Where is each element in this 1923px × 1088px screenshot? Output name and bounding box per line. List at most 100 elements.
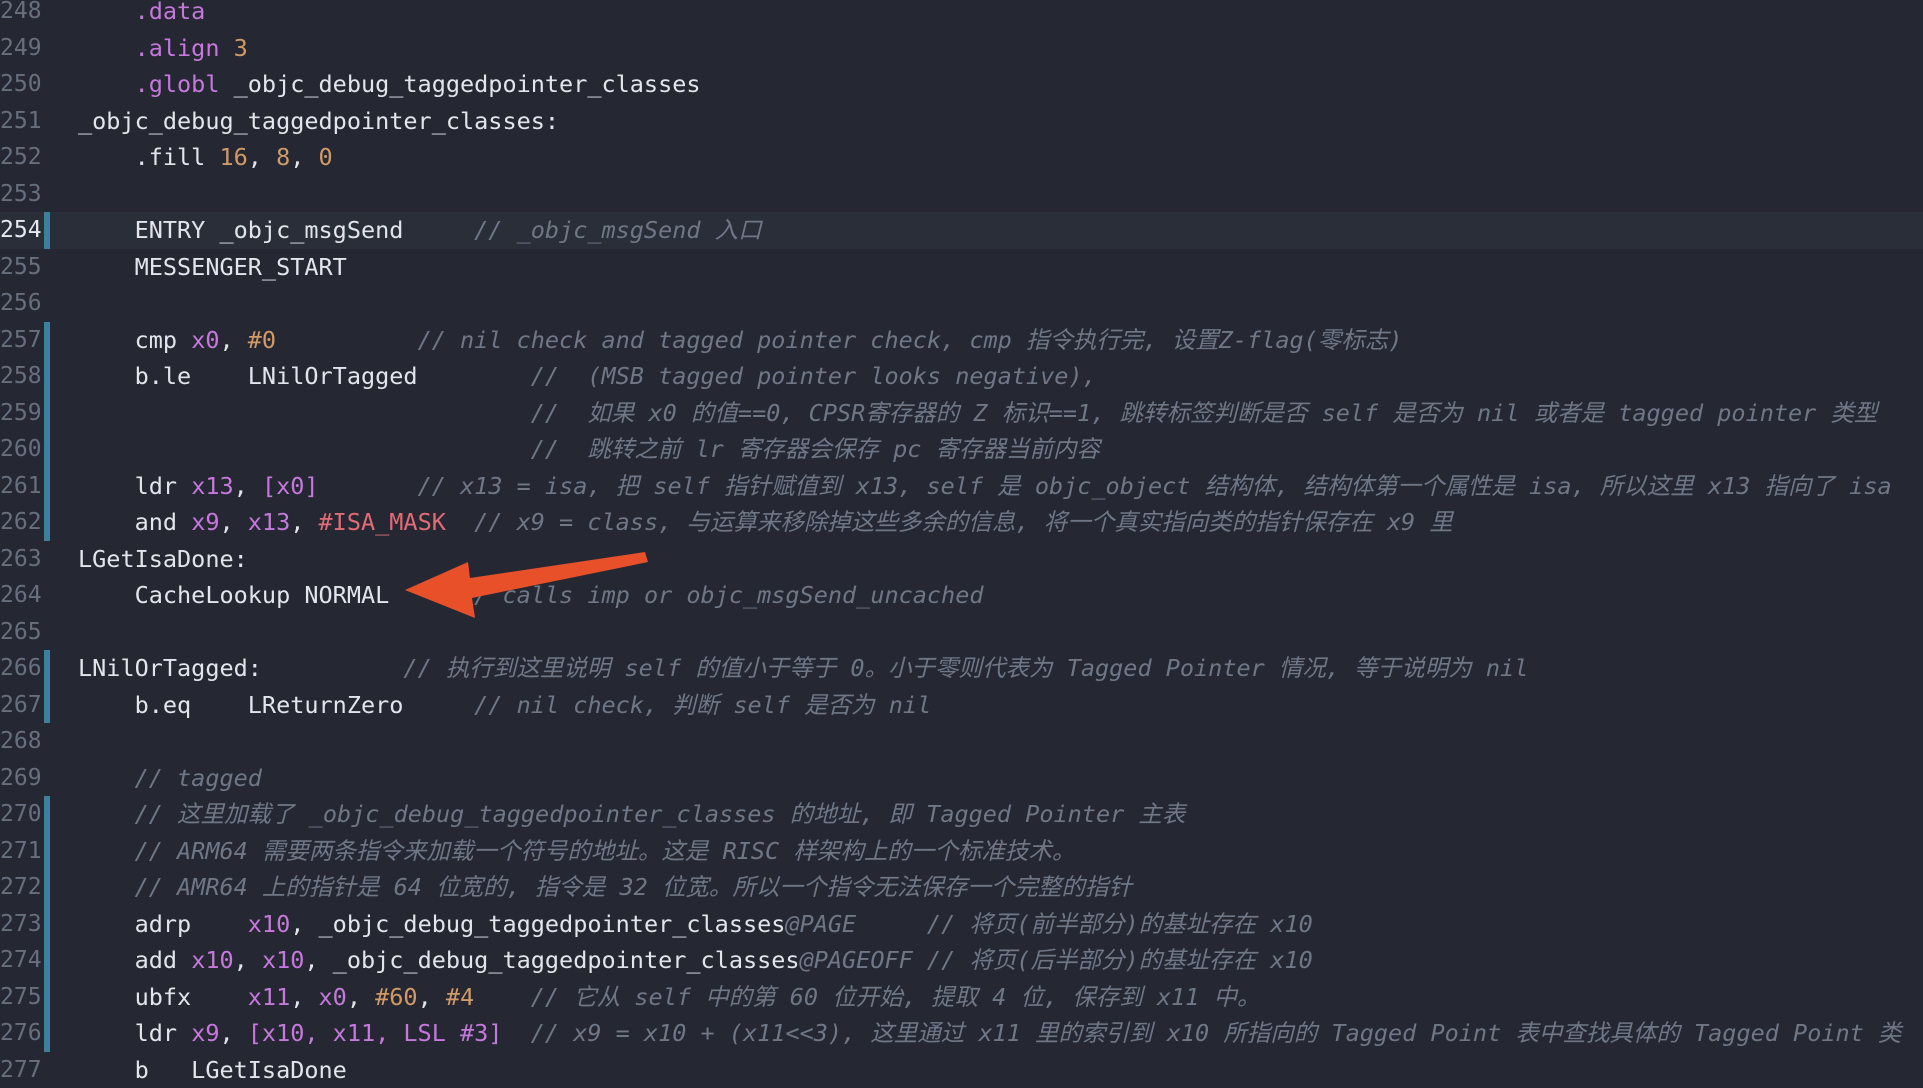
- line-number: 275: [0, 979, 37, 1016]
- code-token: ldr: [78, 1019, 191, 1047]
- code-text[interactable]: ldr x9, [x10, x11, LSL #3] // x9 = x10 +…: [78, 1015, 1901, 1052]
- code-token: [502, 1019, 530, 1047]
- code-text[interactable]: // AMR64 上的指针是 64 位宽的, 指令是 32 位宽。所以一个指令无…: [78, 869, 1132, 906]
- code-text[interactable]: ENTRY _objc_msgSend // _objc_msgSend 入口: [78, 212, 762, 249]
- code-text[interactable]: b.le LNilOrTagged // (MSB tagged pointer…: [78, 358, 1097, 395]
- code-line[interactable]: 272 // AMR64 上的指针是 64 位宽的, 指令是 32 位宽。所以一…: [0, 869, 1923, 906]
- code-editor[interactable]: 248 .data249 .align 3250 .globl _objc_de…: [0, 0, 1923, 1080]
- line-number: 261: [0, 468, 37, 505]
- code-token: _objc_debug_taggedpointer_classes:: [78, 107, 559, 135]
- code-text[interactable]: .globl _objc_debug_taggedpointer_classes: [78, 66, 701, 103]
- code-line[interactable]: 270 // 这里加载了 _objc_debug_taggedpointer_c…: [0, 796, 1923, 833]
- line-number: 260: [0, 431, 37, 468]
- code-token: ,: [248, 143, 276, 171]
- code-text[interactable]: cmp x0, #0 // nil check and tagged point…: [78, 322, 1402, 359]
- code-text[interactable]: b LGetIsaDone: [78, 1052, 347, 1088]
- code-token: // 将页(后半部分)的基址存在 x10: [927, 946, 1313, 974]
- code-token: 8: [276, 143, 290, 171]
- code-line[interactable]: 276 ldr x9, [x10, x11, LSL #3] // x9 = x…: [0, 1015, 1923, 1052]
- code-token: b.eq LReturnZero: [78, 691, 474, 719]
- code-line[interactable]: 248 .data: [0, 0, 1923, 30]
- git-change-marker: [44, 942, 50, 979]
- code-text[interactable]: // ARM64 需要两条指令来加载一个符号的地址。这是 RISC 样架构上的一…: [78, 833, 1075, 870]
- code-text[interactable]: add x10, x10, _objc_debug_taggedpointer_…: [78, 942, 1313, 979]
- code-token: // 它从 self 中的第 60 位开始, 提取 4 位, 保存到 x11 中…: [531, 983, 1261, 1011]
- code-line[interactable]: 269 // tagged: [0, 760, 1923, 797]
- code-text[interactable]: LGetIsaDone:: [78, 541, 248, 578]
- line-number: 248: [0, 0, 37, 30]
- code-text[interactable]: adrp x10, _objc_debug_taggedpointer_clas…: [78, 906, 1313, 943]
- code-line[interactable]: 271 // ARM64 需要两条指令来加载一个符号的地址。这是 RISC 样架…: [0, 833, 1923, 870]
- code-line[interactable]: 258 b.le LNilOrTagged // (MSB tagged poi…: [0, 358, 1923, 395]
- code-line[interactable]: 264 CacheLookup NORMAL // calls imp or o…: [0, 577, 1923, 614]
- code-line[interactable]: 263LGetIsaDone:: [0, 541, 1923, 578]
- code-line[interactable]: 265: [0, 614, 1923, 651]
- code-line[interactable]: 255 MESSENGER_START: [0, 249, 1923, 286]
- code-text[interactable]: MESSENGER_START: [78, 249, 347, 286]
- code-text[interactable]: .fill 16, 8, 0: [78, 139, 333, 176]
- code-token: // _objc_msgSend 入口: [474, 216, 762, 244]
- code-line[interactable]: 253: [0, 176, 1923, 213]
- code-line[interactable]: 252 .fill 16, 8, 0: [0, 139, 1923, 176]
- line-number: 259: [0, 395, 37, 432]
- code-token: // 执行到这里说明 self 的值小于等于 0。小于零则代表为 Tagged …: [403, 654, 1528, 682]
- code-line[interactable]: 249 .align 3: [0, 30, 1923, 67]
- code-line[interactable]: 268: [0, 723, 1923, 760]
- code-token: [78, 34, 135, 62]
- code-line[interactable]: 254 ENTRY _objc_msgSend // _objc_msgSend…: [0, 212, 1923, 249]
- code-line[interactable]: 257 cmp x0, #0 // nil check and tagged p…: [0, 322, 1923, 359]
- code-token: ,: [234, 472, 262, 500]
- code-token: 16: [219, 143, 247, 171]
- code-text[interactable]: CacheLookup NORMAL // calls imp or objc_…: [78, 577, 984, 614]
- code-line[interactable]: 274 add x10, x10, _objc_debug_taggedpoin…: [0, 942, 1923, 979]
- code-token: x13: [248, 508, 290, 536]
- code-token: [x10, x11, LSL #3]: [248, 1019, 503, 1047]
- line-number: 256: [0, 285, 37, 322]
- code-text[interactable]: ldr x13, [x0] // x13 = isa, 把 self 指针赋值到…: [78, 468, 1892, 505]
- code-token: ,: [219, 508, 247, 536]
- code-line[interactable]: 259 // 如果 x0 的值==0, CPSR寄存器的 Z 标识==1, 跳转…: [0, 395, 1923, 432]
- code-token: // nil check, 判断 self 是否为 nil: [474, 691, 931, 719]
- code-token: @PAGEOFF: [800, 946, 913, 974]
- code-token: .align: [135, 34, 220, 62]
- line-number: 265: [0, 614, 37, 651]
- code-token: #0: [248, 326, 276, 354]
- line-number: 262: [0, 504, 37, 541]
- code-text[interactable]: // 这里加载了 _objc_debug_taggedpointer_class…: [78, 796, 1185, 833]
- code-text[interactable]: // tagged: [78, 760, 262, 797]
- code-text[interactable]: LNilOrTagged: // 执行到这里说明 self 的值小于等于 0。小…: [78, 650, 1528, 687]
- code-token: // nil check and tagged pointer check, c…: [418, 326, 1403, 354]
- code-text[interactable]: // 跳转之前 lr 寄存器会保存 pc 寄存器当前内容: [78, 431, 1100, 468]
- code-text[interactable]: // 如果 x0 的值==0, CPSR寄存器的 Z 标识==1, 跳转标签判断…: [78, 395, 1877, 432]
- code-token: // 将页(前半部分)的基址存在 x10: [927, 910, 1313, 938]
- code-line[interactable]: 277 b LGetIsaDone: [0, 1052, 1923, 1088]
- code-text[interactable]: b.eq LReturnZero // nil check, 判断 self 是…: [78, 687, 931, 724]
- code-token: LGetIsaDone:: [78, 545, 248, 573]
- code-token: ,: [418, 983, 446, 1011]
- code-text[interactable]: .data: [78, 0, 205, 30]
- code-line[interactable]: 256: [0, 285, 1923, 322]
- line-number: 271: [0, 833, 37, 870]
- code-line[interactable]: 260 // 跳转之前 lr 寄存器会保存 pc 寄存器当前内容: [0, 431, 1923, 468]
- line-number: 250: [0, 66, 37, 103]
- code-line[interactable]: 251_objc_debug_taggedpointer_classes:: [0, 103, 1923, 140]
- code-line[interactable]: 267 b.eq LReturnZero // nil check, 判断 se…: [0, 687, 1923, 724]
- code-token: CacheLookup NORMAL: [78, 581, 460, 609]
- code-token: x0: [319, 983, 347, 1011]
- code-text[interactable]: ubfx x11, x0, #60, #4 // 它从 self 中的第 60 …: [78, 979, 1260, 1016]
- line-number: 264: [0, 577, 37, 614]
- code-token: // calls imp or objc_msgSend_uncached: [460, 581, 983, 609]
- code-line[interactable]: 275 ubfx x11, x0, #60, #4 // 它从 self 中的第…: [0, 979, 1923, 1016]
- git-change-marker: [44, 212, 50, 249]
- code-token: [319, 472, 418, 500]
- code-line[interactable]: 266LNilOrTagged: // 执行到这里说明 self 的值小于等于 …: [0, 650, 1923, 687]
- code-token: [78, 70, 135, 98]
- line-number: 253: [0, 176, 37, 213]
- code-text[interactable]: and x9, x13, #ISA_MASK // x9 = class, 与运…: [78, 504, 1453, 541]
- code-line[interactable]: 273 adrp x10, _objc_debug_taggedpointer_…: [0, 906, 1923, 943]
- code-text[interactable]: .align 3: [78, 30, 248, 67]
- code-line[interactable]: 262 and x9, x13, #ISA_MASK // x9 = class…: [0, 504, 1923, 541]
- code-text[interactable]: _objc_debug_taggedpointer_classes:: [78, 103, 559, 140]
- code-line[interactable]: 250 .globl _objc_debug_taggedpointer_cla…: [0, 66, 1923, 103]
- code-line[interactable]: 261 ldr x13, [x0] // x13 = isa, 把 self 指…: [0, 468, 1923, 505]
